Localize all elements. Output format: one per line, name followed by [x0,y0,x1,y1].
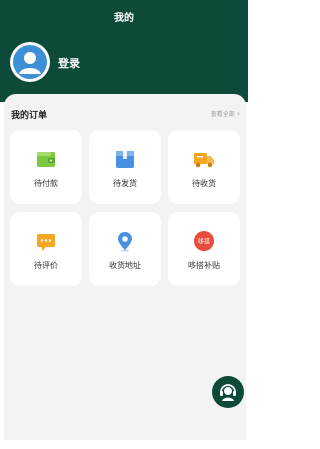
shipping-address-label: 收货地址 [109,261,141,270]
location-pin-icon [118,232,132,252]
orders-section-title: 我的订单 [11,111,48,121]
view-all-orders-link[interactable]: 查看全部 › [211,109,240,118]
order-pending-receipt-button[interactable]: 待收货 [168,130,240,204]
order-pending-shipment-label: 待发货 [113,179,137,188]
subsidy-badge-text: 哆搭 [198,238,210,246]
chevron-right-icon: › [236,109,240,118]
order-pending-payment-label: 待付款 [34,179,58,188]
package-icon [116,151,134,168]
order-pending-shipment-button[interactable]: 待发货 [89,130,161,204]
chat-bubble-icon [37,234,55,251]
customer-service-button[interactable] [212,376,244,408]
avatar[interactable] [10,42,50,82]
subsidy-badge-icon: 哆搭 [194,231,214,251]
shipping-address-button[interactable]: 收货地址 [89,212,161,286]
subsidy-button[interactable]: 哆搭 哆搭补贴 [168,212,240,286]
profile-header: 我的 登录 [0,0,248,102]
orders-panel: 我的订单 查看全部 › 待付款 待发货 待收货 待评价 收货地址 哆搭 哆搭补贴 [4,94,246,440]
subsidy-label: 哆搭补贴 [188,261,220,270]
headset-icon [220,384,236,401]
order-pending-review-button[interactable]: 待评价 [10,212,82,286]
order-pending-receipt-label: 待收货 [192,179,216,188]
login-link[interactable]: 登录 [58,55,80,71]
wallet-icon [37,152,55,167]
page-title: 我的 [114,13,134,24]
user-avatar-icon [13,45,47,79]
order-pending-review-label: 待评价 [34,261,58,270]
order-pending-payment-button[interactable]: 待付款 [10,130,82,204]
view-all-label: 查看全部 [210,111,235,118]
delivery-truck-icon [194,153,214,168]
